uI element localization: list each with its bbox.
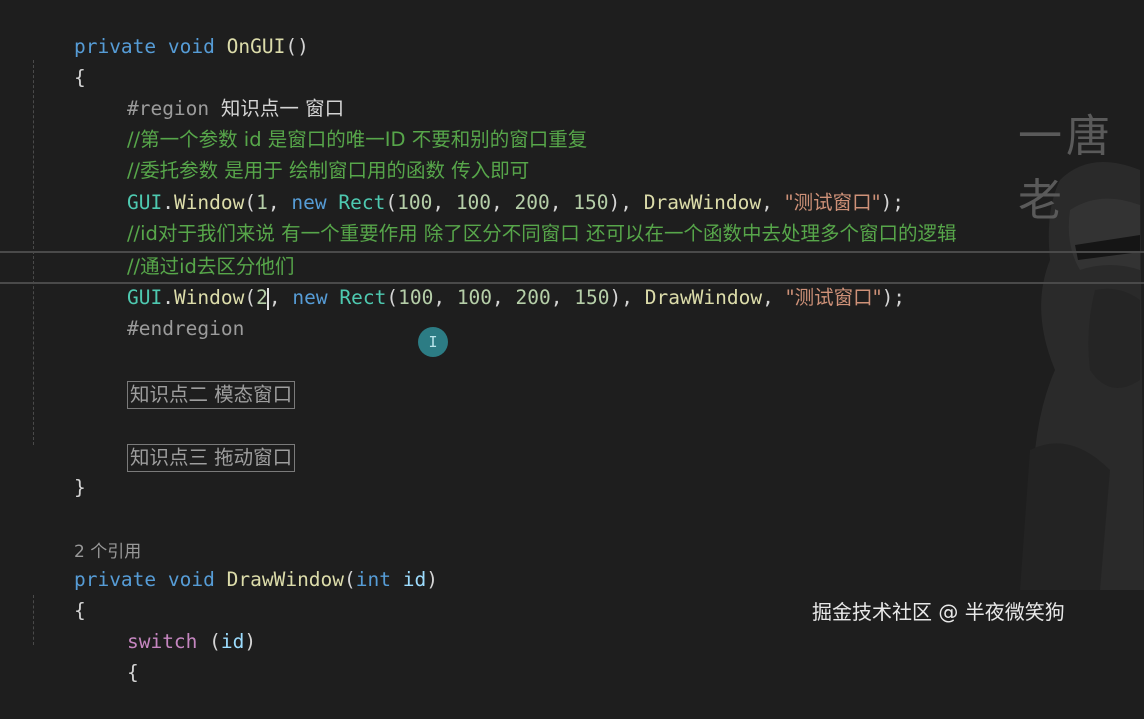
- code-line[interactable]: {: [80, 626, 139, 684]
- class-name: Rect: [339, 286, 387, 309]
- codelens-references[interactable]: 2 个引用: [27, 504, 141, 562]
- string-literal: "测试窗口": [785, 286, 882, 309]
- code-line[interactable]: private void DrawWindow(int id): [27, 533, 438, 591]
- brace: {: [126, 661, 139, 684]
- keyword: new: [292, 286, 328, 309]
- collapsed-region[interactable]: 知识点二 模态窗口: [126, 381, 296, 409]
- code-line[interactable]: {: [27, 564, 86, 622]
- punctuation: ),: [609, 286, 645, 309]
- code-line[interactable]: //通过id去区分他们: [80, 220, 294, 278]
- method-group: DrawWindow: [644, 286, 763, 309]
- punctuation: ): [426, 568, 438, 591]
- code-line[interactable]: //委托参数 是用于 绘制窗口用的函数 传入即可: [80, 124, 529, 182]
- text-cursor-icon: I: [418, 327, 448, 357]
- method-name: OnGUI: [226, 35, 286, 58]
- number: 150: [574, 286, 610, 309]
- watermark-bottom: 掘金技术社区 @ 半夜微笑狗: [812, 600, 1065, 624]
- parameter: id: [402, 568, 427, 591]
- code-editor[interactable]: 一唐老 private void OnGUI() { #region 知识点一 …: [0, 0, 1144, 684]
- punctuation: ): [244, 630, 257, 653]
- punctuation: );: [881, 286, 906, 309]
- code-line[interactable]: #endregion: [80, 282, 244, 340]
- code-line[interactable]: GUI.Window(1, new Rect(100, 100, 200, 15…: [80, 156, 904, 214]
- code-line[interactable]: 知识点二 模态窗口: [80, 348, 296, 409]
- code-line[interactable]: switch (id): [80, 595, 256, 653]
- watermark-top: 一唐老: [1018, 111, 1114, 226]
- parameter: id: [220, 630, 245, 653]
- punctuation: ,: [268, 286, 293, 309]
- number: 200: [515, 286, 551, 309]
- punctuation: ,: [492, 286, 516, 309]
- region-directive: #endregion: [126, 317, 245, 340]
- keyword: void: [167, 568, 215, 591]
- code-line[interactable]: //id对于我们来说 有一个重要作用 除了区分不同窗口 还可以在一个函数中去处理…: [80, 187, 957, 245]
- punctuation: ,: [762, 286, 786, 309]
- code-line[interactable]: #region 知识点一 窗口: [80, 62, 344, 120]
- punctuation: (: [197, 630, 221, 653]
- punctuation: ,: [550, 286, 575, 309]
- number: 100: [398, 286, 434, 309]
- brace: }: [73, 476, 86, 499]
- collapsed-region[interactable]: 知识点三 拖动窗口: [126, 444, 296, 472]
- punctuation: ,: [433, 286, 457, 309]
- punctuation: (: [244, 286, 257, 309]
- code-line[interactable]: }: [27, 441, 86, 499]
- keyword: void: [167, 35, 215, 58]
- code-line[interactable]: {: [27, 31, 86, 89]
- keyword: private: [73, 35, 157, 58]
- keyword: int: [355, 568, 392, 591]
- code-line[interactable]: private void OnGUI(): [27, 0, 309, 58]
- code-line[interactable]: GUI.Window(2, new Rect(100, 100, 200, 15…: [80, 251, 905, 310]
- punctuation: (): [285, 35, 309, 58]
- method-name: DrawWindow: [226, 568, 345, 591]
- code-line[interactable]: 知识点三 拖动窗口: [80, 411, 296, 472]
- code-line[interactable]: //第一个参数 id 是窗口的唯一ID 不要和别的窗口重复: [80, 93, 587, 151]
- punctuation: (: [386, 286, 399, 309]
- number: 100: [456, 286, 493, 309]
- keyword: private: [73, 568, 157, 591]
- punctuation: (: [344, 568, 356, 591]
